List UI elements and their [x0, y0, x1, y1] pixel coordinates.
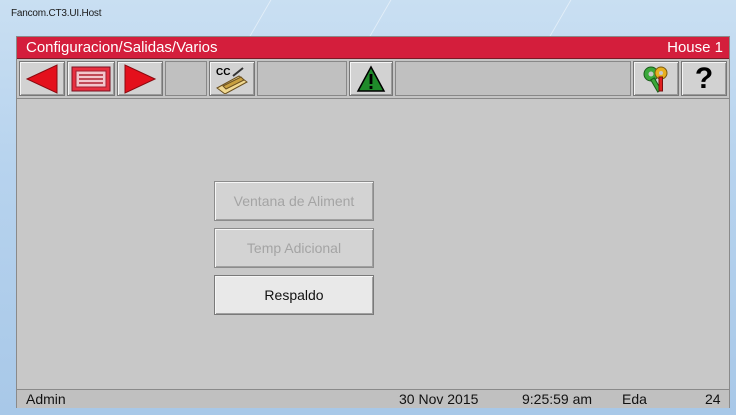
keys-icon	[643, 66, 668, 93]
window-titlebar[interactable]: Fancom.CT3.UI.Host	[0, 0, 736, 36]
titlebar-glare	[249, 0, 272, 36]
cc-button[interactable]: CC	[209, 61, 255, 96]
app-window: Fancom.CT3.UI.Host Configuracion/Salidas…	[0, 0, 736, 415]
status-date: 30 Nov 2015	[399, 391, 479, 407]
list-button[interactable]	[67, 61, 115, 96]
keys-button[interactable]	[633, 61, 679, 96]
cc-tool-icon: CC	[216, 67, 248, 94]
window-title: Fancom.CT3.UI.Host	[11, 8, 102, 19]
breadcrumb: Configuracion/Salidas/Varios	[26, 39, 218, 56]
respaldo-button[interactable]: Respaldo	[214, 275, 374, 315]
page-header: Configuracion/Salidas/Varios House 1	[17, 37, 729, 59]
svg-text:CC: CC	[216, 67, 230, 78]
ventana-de-aliment-button[interactable]: Ventana de Aliment	[214, 181, 374, 221]
status-time: 9:25:59 am	[522, 391, 593, 407]
toolbar-spacer	[257, 61, 347, 96]
toolbar-spacer	[395, 61, 631, 96]
button-label: Temp Adicional	[246, 240, 342, 256]
status-user: Admin	[26, 391, 66, 407]
button-label: Respaldo	[264, 287, 324, 303]
status-bar: Admin 30 Nov 2015 9:25:59 am Eda 24	[17, 389, 729, 408]
temp-adicional-button[interactable]: Temp Adicional	[214, 228, 374, 268]
button-label: Ventana de Aliment	[233, 193, 355, 209]
help-button[interactable]: ?	[681, 61, 727, 96]
alarm-button[interactable]	[349, 61, 393, 96]
arrow-left-icon	[25, 63, 58, 94]
titlebar-glare	[549, 0, 572, 36]
help-icon: ?	[694, 61, 714, 95]
warning-icon	[356, 64, 386, 92]
house-label: House 1	[667, 39, 723, 56]
list-icon	[71, 66, 111, 91]
status-number: 24	[705, 391, 721, 407]
main-panel: Configuracion/Salidas/Varios House 1 CC …	[16, 36, 730, 408]
toolbar-spacer	[165, 61, 207, 96]
toolbar: CC ?	[17, 59, 729, 99]
titlebar-glare	[369, 0, 392, 36]
status-mode: Eda	[622, 391, 647, 407]
next-button[interactable]	[117, 61, 163, 96]
arrow-right-icon	[124, 63, 157, 94]
previous-button[interactable]	[19, 61, 65, 96]
